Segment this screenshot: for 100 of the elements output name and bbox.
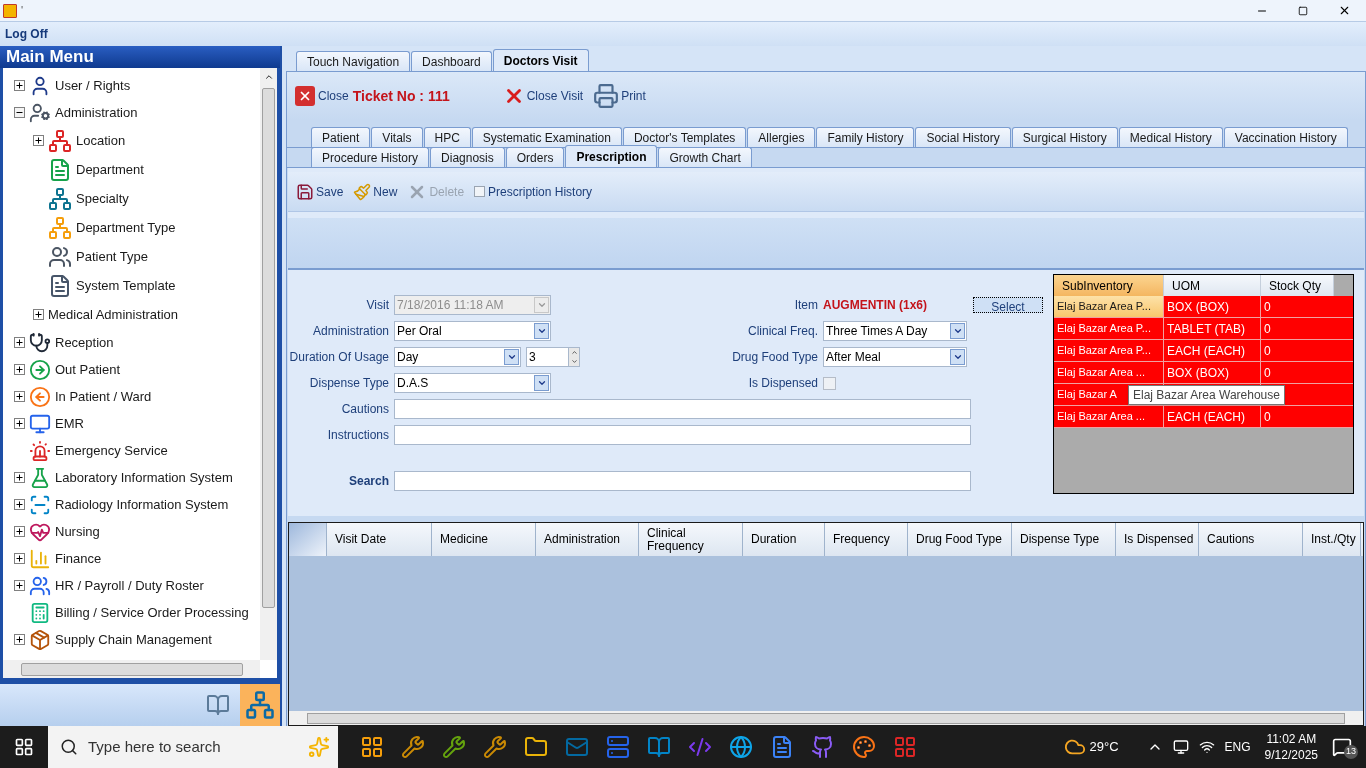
document-icon[interactable] (770, 735, 794, 759)
window-icon[interactable] (893, 735, 917, 759)
server-icon[interactable] (606, 735, 630, 759)
tools-icon[interactable] (442, 735, 466, 759)
dropdown[interactable]: After Meal (823, 347, 967, 367)
column-header[interactable]: Is Dispensed (1116, 523, 1199, 556)
menu-item[interactable]: User / Rights (55, 75, 131, 96)
dropdown[interactable]: Day (394, 347, 521, 367)
menu-item[interactable]: Reception (55, 332, 114, 353)
menu-item[interactable]: EMR (55, 413, 84, 434)
expand-icon[interactable] (14, 553, 25, 564)
tab[interactable]: Prescription (565, 145, 658, 167)
column-header[interactable]: UOM (1164, 275, 1261, 296)
scrollbar[interactable] (3, 660, 260, 678)
cat-icon[interactable] (811, 735, 835, 759)
checkbox[interactable] (474, 186, 486, 197)
search-field[interactable]: Type here to search (48, 726, 338, 768)
scrollbar[interactable] (289, 711, 1363, 725)
tools-icon[interactable] (401, 735, 425, 759)
column-header[interactable]: SubInventory (1054, 275, 1164, 296)
column-header[interactable]: Visit Date (327, 523, 432, 556)
menu-item[interactable]: Laboratory Information System (55, 467, 233, 488)
checkbox[interactable] (823, 376, 836, 390)
tools-icon[interactable] (483, 735, 507, 759)
tab[interactable]: Doctor's Templates (622, 127, 747, 147)
column-header[interactable]: Clinical Frequency (639, 523, 743, 556)
menu-item[interactable]: Nursing (55, 521, 100, 542)
globe-icon[interactable] (729, 735, 753, 759)
column-header[interactable]: Drug Food Type (908, 523, 1012, 556)
menu-item[interactable]: Out Patient (55, 359, 121, 380)
menu-item[interactable]: Finance (55, 548, 102, 569)
close-icon[interactable] (1338, 4, 1351, 17)
tab[interactable]: Vitals (371, 127, 423, 147)
menu-item[interactable]: Administration (55, 102, 138, 123)
expand-icon[interactable] (14, 634, 25, 645)
maximize-icon[interactable] (1298, 5, 1308, 16)
expand-icon[interactable] (14, 418, 25, 429)
tab[interactable]: Growth Chart (658, 147, 752, 167)
column-header[interactable]: Medicine (432, 523, 536, 556)
menu-item[interactable]: Department (76, 159, 144, 180)
collapse-icon[interactable] (14, 107, 25, 118)
book-icon[interactable] (647, 735, 671, 759)
column-header[interactable]: Dispense Type (1012, 523, 1116, 556)
toolbar-button[interactable]: Print (593, 83, 646, 109)
column-header[interactable]: Cautions (1199, 523, 1303, 556)
menu-item[interactable]: HR / Payroll / Duty Roster (55, 575, 204, 596)
text-field[interactable] (394, 399, 971, 419)
tab[interactable]: Allergies (747, 127, 816, 147)
code-icon[interactable] (688, 735, 712, 759)
menu-item[interactable]: Location (76, 130, 126, 151)
tab[interactable]: HPC (423, 127, 471, 147)
tab[interactable]: Diagnosis (430, 147, 505, 167)
table-row[interactable]: Elaj Bazar Area ... BOX (BOX) 0 (1054, 362, 1353, 384)
close-button[interactable]: Close (295, 86, 349, 106)
table-row[interactable]: Elaj Bazar Area P... TABLET (TAB) 0 (1054, 318, 1353, 340)
folder-icon[interactable] (524, 735, 548, 759)
menu-item[interactable]: Department Type (76, 217, 176, 238)
checkbox-label[interactable]: Prescription History (488, 182, 593, 201)
dropdown[interactable]: Per Oral (394, 321, 551, 341)
hierarchy-icon[interactable] (245, 690, 275, 720)
expand-icon[interactable] (14, 364, 25, 375)
mail-icon[interactable] (565, 735, 589, 759)
menu-item[interactable]: Specialty (76, 188, 129, 209)
expand-icon[interactable] (14, 526, 25, 537)
language-indicator[interactable]: ENG (1224, 738, 1251, 756)
tab[interactable]: Vaccination History (1223, 127, 1348, 147)
column-header[interactable]: Administration (536, 523, 639, 556)
menu-item[interactable]: Supply Chain Management (55, 629, 212, 650)
scrollbar[interactable] (260, 68, 277, 660)
column-header[interactable]: Stock Qty (1261, 275, 1334, 296)
toolbar-button[interactable]: Close Visit (502, 85, 584, 107)
expand-icon[interactable] (33, 309, 44, 320)
toolbar-button[interactable]: Save (296, 182, 344, 201)
table-row[interactable]: Elaj Bazar Area P... BOX (BOX) 0 (1054, 296, 1353, 318)
tab[interactable]: Systematic Examination (471, 127, 622, 147)
table-row[interactable]: Elaj Bazar Area ... EACH (EACH) 0 (1054, 406, 1353, 428)
tab[interactable]: Social History (915, 127, 1011, 147)
expand-icon[interactable] (14, 472, 25, 483)
monitor-icon[interactable] (1172, 739, 1189, 755)
tab[interactable]: Patient (311, 127, 371, 147)
column-header[interactable]: Inst./Qty (1303, 523, 1361, 556)
tab[interactable]: Family History (816, 127, 915, 147)
dropdown[interactable]: Three Times A Day (823, 321, 967, 341)
dropdown[interactable]: D.A.S (394, 373, 551, 393)
expand-icon[interactable] (14, 80, 25, 91)
toolbar-button[interactable]: New (353, 182, 398, 201)
menu-item[interactable]: In Patient / Ward (55, 386, 152, 407)
palette-icon[interactable] (852, 735, 876, 759)
expand-icon[interactable] (14, 391, 25, 402)
menu-item[interactable]: Billing / Service Order Processing (55, 602, 249, 623)
expand-icon[interactable] (14, 580, 25, 591)
menu-item[interactable]: Radiology Information System (55, 494, 229, 515)
expand-icon[interactable] (14, 337, 25, 348)
expand-icon[interactable] (14, 499, 25, 510)
number-spinner[interactable]: 3 (526, 347, 580, 367)
tab[interactable]: Medical History (1118, 127, 1223, 147)
clock[interactable]: 11:02 AM 9/12/2025 (1264, 731, 1318, 763)
squares-icon[interactable] (360, 735, 384, 759)
menu-item[interactable]: Emergency Service (55, 440, 168, 461)
text-field[interactable] (394, 425, 971, 445)
